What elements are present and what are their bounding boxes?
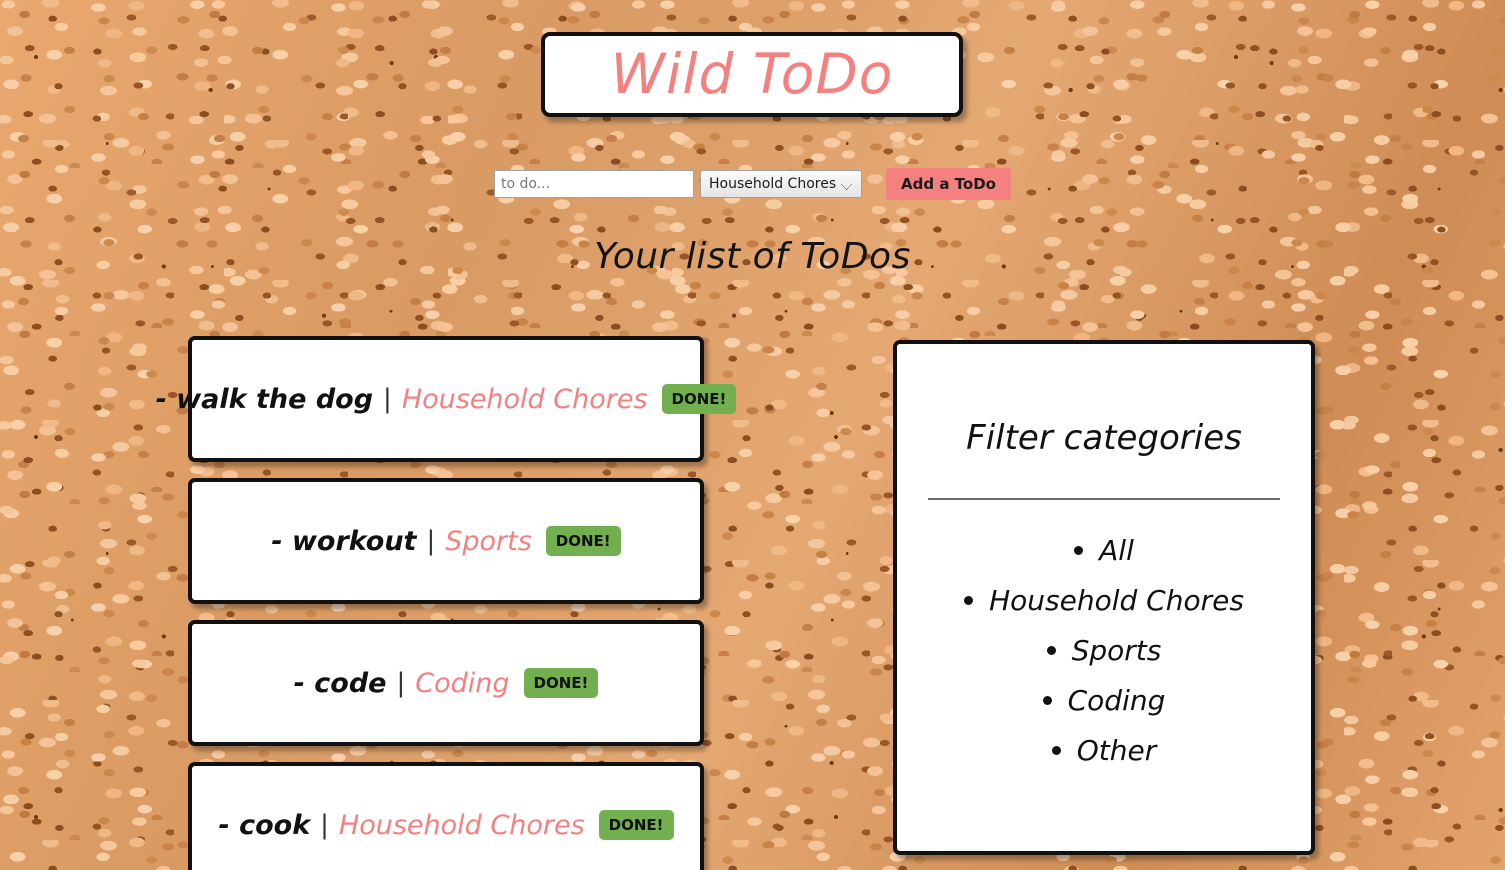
list-heading: Your list of ToDos (594, 236, 911, 277)
todo-card[interactable]: - workout | Sports DONE! (188, 478, 704, 604)
filter-category-other[interactable]: Other (897, 734, 1311, 767)
category-select[interactable]: Household Chores (700, 170, 863, 198)
todo-line: - cook | Household Chores (218, 810, 584, 841)
app-title-card: Wild ToDo (541, 32, 963, 117)
todo-card[interactable]: - walk the dog | Household Chores DONE! (156, 336, 737, 462)
filter-panel-title: Filter categories (966, 418, 1242, 458)
app-title: Wild ToDo (610, 42, 894, 106)
filter-panel: Filter categories All Household Chores S… (893, 340, 1315, 855)
filter-category-household-chores[interactable]: Household Chores (897, 584, 1311, 617)
cork-board-background: Wild ToDo Household Chores Add a ToDo Yo… (0, 0, 1505, 870)
todo-card[interactable]: - code | Coding DONE! (188, 620, 704, 746)
filter-category-all[interactable]: All (897, 534, 1311, 567)
filter-divider (928, 498, 1280, 500)
add-todo-button[interactable]: Add a ToDo (886, 168, 1011, 200)
todo-separator: | (320, 810, 329, 840)
filter-category-label: All (1099, 534, 1134, 567)
todo-category: Sports (445, 525, 532, 557)
todo-separator: | (383, 384, 392, 414)
done-button[interactable]: DONE! (545, 526, 621, 556)
todo-title: - cook (218, 809, 311, 841)
add-todo-form: Household Chores Add a ToDo (0, 168, 1505, 200)
filter-category-sports[interactable]: Sports (897, 634, 1311, 667)
bullet-icon (1042, 695, 1052, 705)
filter-category-list: All Household Chores Sports Coding Other (897, 534, 1311, 767)
done-button[interactable]: DONE! (661, 384, 737, 414)
todo-line: - code | Coding (294, 668, 510, 699)
filter-category-coding[interactable]: Coding (897, 684, 1311, 717)
done-button[interactable]: DONE! (598, 810, 674, 840)
todo-card[interactable]: - cook | Household Chores DONE! (188, 762, 704, 870)
filter-category-label: Sports (1071, 634, 1162, 667)
todo-line: - walk the dog | Household Chores (156, 384, 648, 415)
todo-list: - walk the dog | Household Chores DONE! … (156, 336, 737, 870)
bullet-icon (1051, 745, 1061, 755)
todo-title: - walk the dog (155, 383, 374, 415)
todo-category: Household Chores (338, 809, 585, 841)
todo-category: Coding (415, 667, 510, 699)
todo-category: Household Chores (401, 383, 648, 415)
filter-category-label: Other (1076, 734, 1157, 767)
bullet-icon (964, 595, 974, 605)
todo-separator: | (426, 526, 436, 556)
todo-text-input[interactable] (494, 170, 695, 198)
todo-separator: | (396, 668, 406, 698)
todo-title: - workout (271, 525, 417, 557)
filter-category-label: Household Chores (989, 584, 1244, 617)
filter-category-label: Coding (1067, 684, 1166, 717)
bullet-icon (1074, 545, 1084, 555)
todo-title: - code (293, 667, 387, 699)
todo-line: - workout | Sports (271, 526, 531, 557)
done-button[interactable]: DONE! (523, 668, 599, 698)
bullet-icon (1046, 645, 1056, 655)
